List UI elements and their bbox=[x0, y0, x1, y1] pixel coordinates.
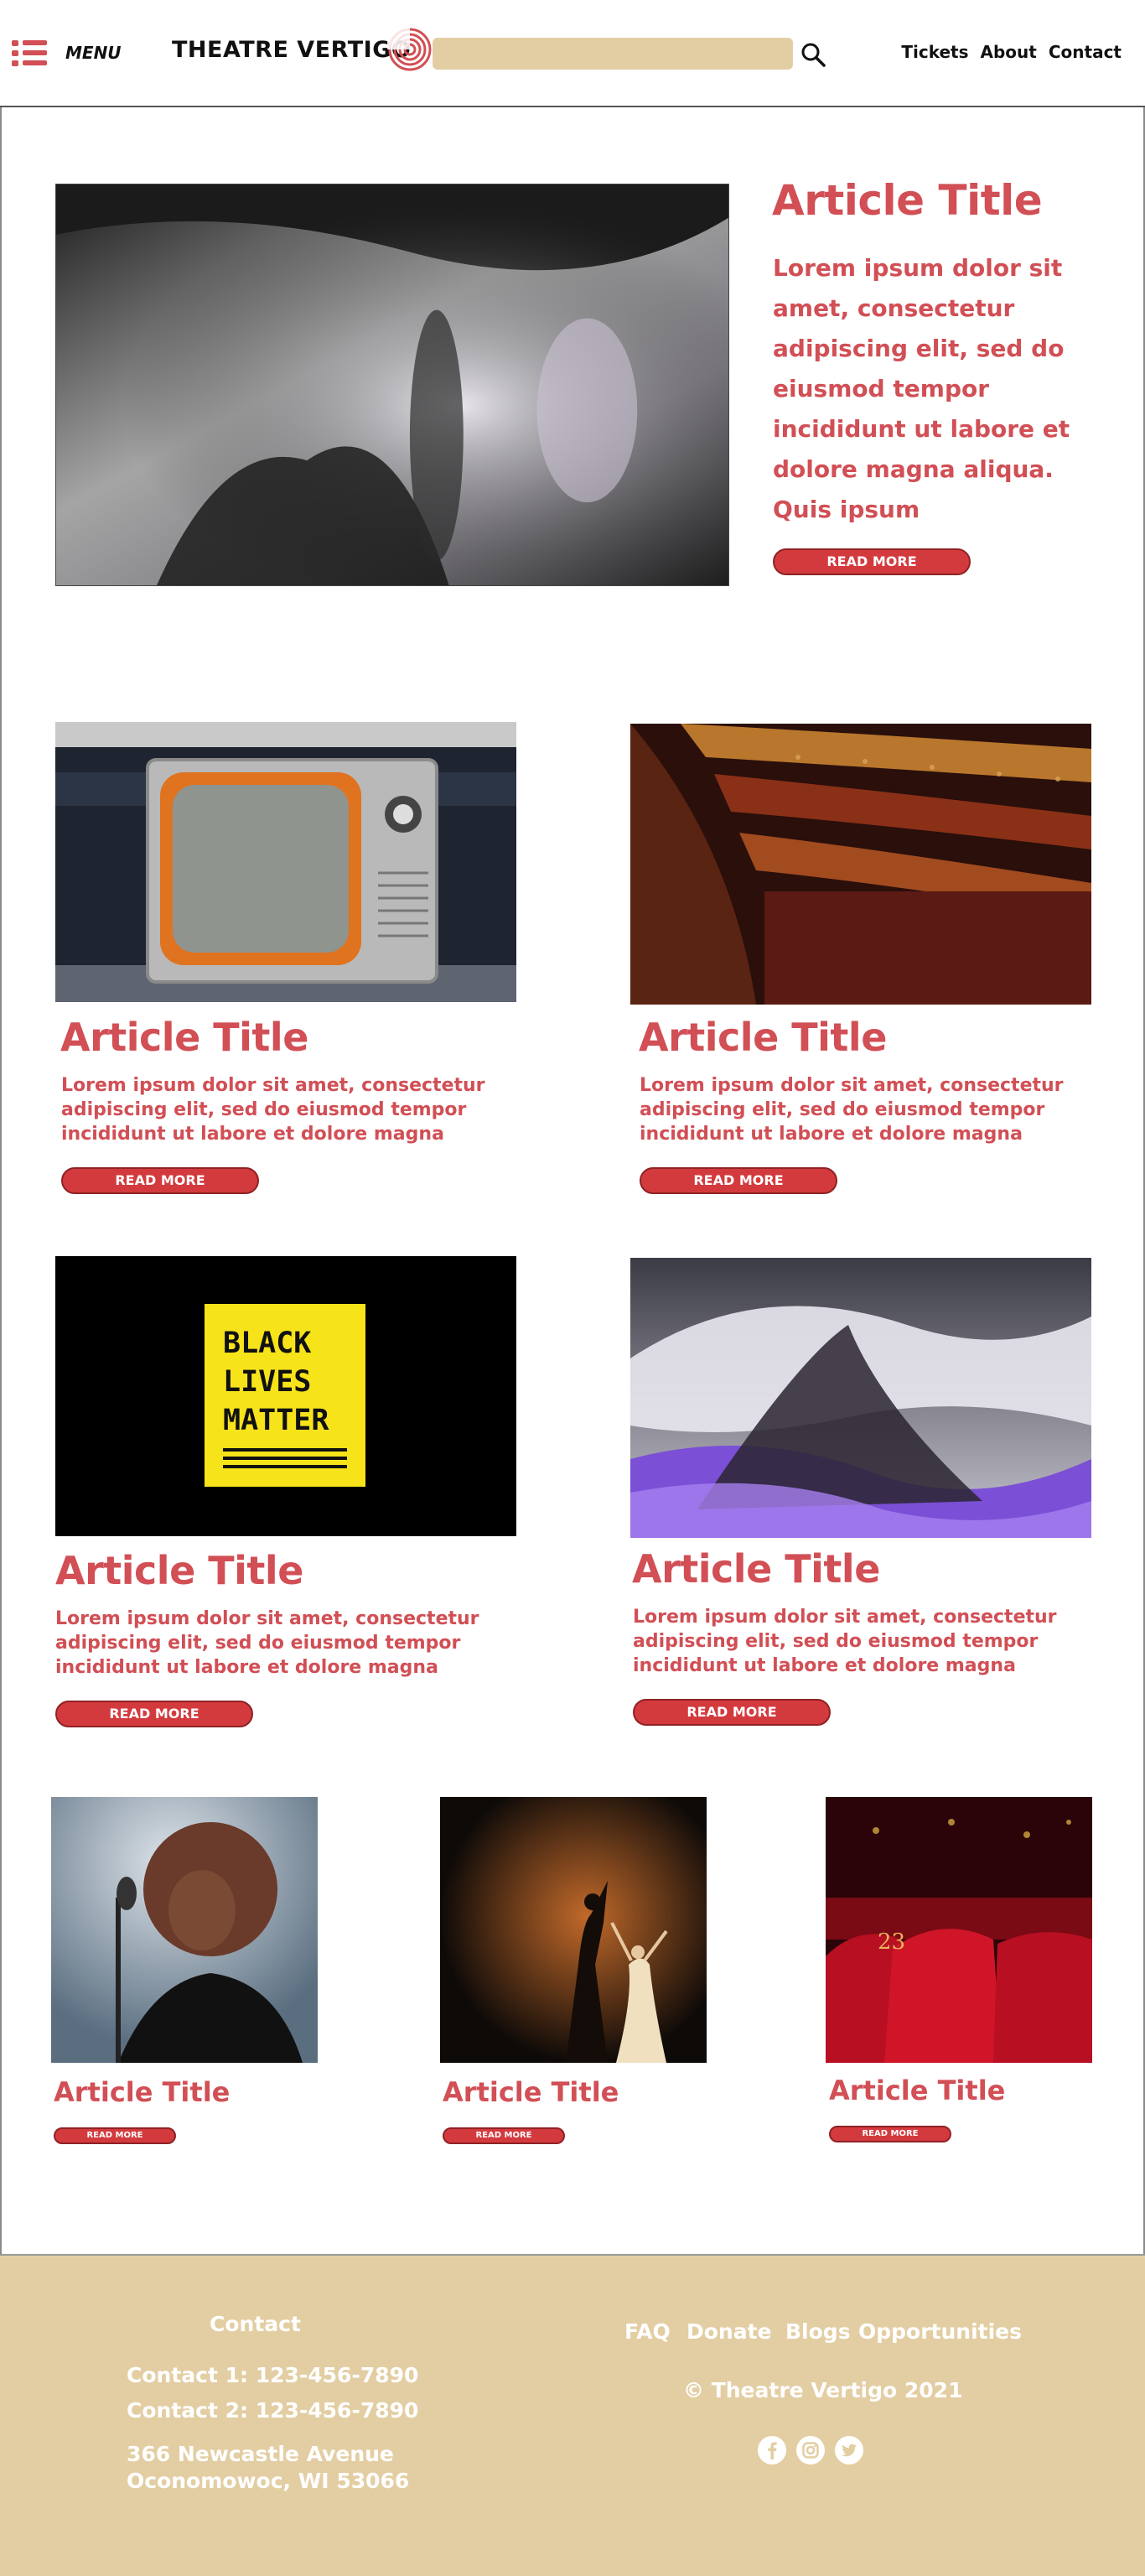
small-card-3-image[interactable]: 23 bbox=[826, 1797, 1092, 2063]
twitter-icon[interactable] bbox=[834, 2435, 864, 2465]
menu-label: MENU bbox=[65, 43, 122, 63]
card-3-image[interactable]: BLACK LIVES MATTER bbox=[55, 1256, 516, 1536]
nav-contact[interactable]: Contact bbox=[1049, 42, 1122, 62]
social-links bbox=[757, 2435, 864, 2465]
seat-number: 23 bbox=[878, 1929, 906, 1955]
footer-link-donate[interactable]: Donate bbox=[686, 2319, 772, 2344]
card-1-read-more-button[interactable]: READ MORE bbox=[61, 1167, 259, 1194]
footer-address-2: Oconomowoc, WI 53066 bbox=[127, 2469, 410, 2493]
theatre-seats-photo bbox=[826, 1797, 1092, 2063]
main-nav: Tickets About Contact bbox=[901, 42, 1122, 62]
instagram-icon[interactable] bbox=[795, 2435, 826, 2465]
card-1-title[interactable]: Article Title bbox=[60, 1015, 308, 1060]
card-4-image[interactable] bbox=[630, 1258, 1091, 1538]
menu-button[interactable]: MENU bbox=[12, 39, 122, 67]
card-3-title[interactable]: Article Title bbox=[55, 1548, 303, 1593]
card-2-read-more-button[interactable]: READ MORE bbox=[640, 1167, 837, 1194]
blm-line-2: LIVES bbox=[223, 1365, 312, 1399]
blm-line-3: MATTER bbox=[223, 1404, 329, 1437]
small-card-2-image[interactable] bbox=[440, 1797, 707, 2063]
small-card-2-read-more-button[interactable]: READ MORE bbox=[443, 2127, 565, 2144]
footer-copyright: © Theatre Vertigo 2021 bbox=[683, 2378, 963, 2402]
logo-text: THEATRE VERTIGO bbox=[172, 36, 412, 63]
blm-sign: BLACK LIVES MATTER bbox=[205, 1304, 365, 1487]
footer-contact-heading: Contact bbox=[210, 2312, 301, 2336]
small-card-3-title[interactable]: Article Title bbox=[829, 2075, 1005, 2106]
small-card-2-title[interactable]: Article Title bbox=[443, 2076, 619, 2108]
flowing-fabric-photo bbox=[630, 1258, 1091, 1538]
vintage-tv-photo bbox=[55, 722, 516, 1002]
feature-excerpt: Lorem ipsum dolor sit amet, consectetur … bbox=[773, 254, 1070, 523]
draped-fabric-photo bbox=[56, 184, 728, 585]
small-card-3-read-more-button[interactable]: READ MORE bbox=[829, 2126, 951, 2142]
footer-link-opportunities[interactable]: Opportunities bbox=[858, 2319, 1022, 2344]
small-card-1-image[interactable] bbox=[51, 1797, 318, 2063]
feature-read-more-button[interactable]: READ MORE bbox=[773, 548, 971, 575]
footer-contact-1: Contact 1: 123-456-7890 bbox=[127, 2363, 419, 2387]
card-2-image[interactable] bbox=[630, 724, 1091, 1005]
logo-swirl-icon bbox=[387, 27, 432, 71]
singer-photo bbox=[51, 1797, 318, 2063]
nav-tickets[interactable]: Tickets bbox=[901, 42, 968, 62]
nav-about[interactable]: About bbox=[981, 42, 1037, 62]
footer-link-blogs[interactable]: Blogs bbox=[785, 2319, 851, 2344]
card-2-excerpt: Lorem ipsum dolor sit amet, consectetur … bbox=[640, 1075, 1064, 1145]
card-4-title[interactable]: Article Title bbox=[632, 1546, 880, 1592]
search-input[interactable] bbox=[433, 38, 793, 70]
footer-address-1: 366 Newcastle Avenue bbox=[127, 2442, 394, 2466]
theatre-auditorium-photo bbox=[630, 724, 1091, 1005]
facebook-icon[interactable] bbox=[757, 2435, 787, 2465]
site-header: MENU THEATRE VERTIGO Tickets About Conta… bbox=[0, 0, 1145, 107]
card-2-title[interactable]: Article Title bbox=[639, 1015, 887, 1060]
card-3-read-more-button[interactable]: READ MORE bbox=[55, 1701, 253, 1727]
search-icon[interactable] bbox=[799, 40, 827, 69]
site-logo[interactable]: THEATRE VERTIGO bbox=[172, 27, 433, 72]
feature-image[interactable] bbox=[55, 184, 729, 586]
footer-contact-2: Contact 2: 123-456-7890 bbox=[127, 2398, 419, 2423]
card-4-read-more-button[interactable]: READ MORE bbox=[633, 1699, 831, 1726]
dancer-silhouette-photo bbox=[440, 1797, 707, 2063]
card-1-image[interactable] bbox=[55, 722, 516, 1002]
small-card-1-read-more-button[interactable]: READ MORE bbox=[54, 2127, 176, 2144]
footer-link-faq[interactable]: FAQ bbox=[624, 2319, 671, 2344]
feature-title[interactable]: Article Title bbox=[772, 176, 1043, 225]
card-4-excerpt: Lorem ipsum dolor sit amet, consectetur … bbox=[633, 1607, 1057, 1676]
card-1-excerpt: Lorem ipsum dolor sit amet, consectetur … bbox=[61, 1075, 485, 1145]
card-3-excerpt: Lorem ipsum dolor sit amet, consectetur … bbox=[55, 1608, 479, 1678]
small-card-1-title[interactable]: Article Title bbox=[54, 2076, 230, 2108]
blm-line-1: BLACK bbox=[223, 1327, 312, 1360]
menu-icon bbox=[12, 39, 47, 67]
